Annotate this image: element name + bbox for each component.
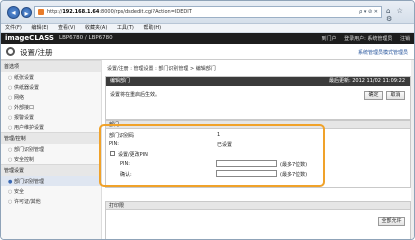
browser-toolbar: ◂ ▸ http://192.168.1.64:8000/rps/dsdedit…	[1, 1, 414, 24]
scrollbar[interactable]	[411, 60, 414, 239]
forward-button[interactable]: ▸	[21, 7, 32, 18]
print-section-header: 打印限	[106, 202, 410, 210]
sidebar-item-license[interactable]: 许可证/其他	[1, 196, 101, 206]
print-panel: 打印限 全部允许	[105, 201, 411, 239]
edit-panel: 编辑部门 最后更新: 2012 11/02 11:09:22 设置将在重启后生效…	[105, 76, 411, 120]
menu-tools[interactable]: 工具(T)	[117, 25, 134, 31]
confirm-pin-input[interactable]	[216, 170, 277, 177]
sidebar: 首选项 纸张设置 供纸器设置 网络 外部接口 报警设置 用户维护设置 管理/控制…	[1, 60, 102, 239]
printer-model: LBP6780 / LBP6780	[59, 35, 113, 41]
sidebar-item-dept-id[interactable]: 部门识别管理	[1, 176, 101, 186]
sidebar-section-preferences: 首选项	[1, 60, 101, 72]
brand-logo: imageCLASS	[5, 34, 54, 42]
brand-links: 到门户 登录用户: 系统管理员 注销	[316, 35, 411, 42]
ok-button[interactable]: 确定	[364, 91, 383, 100]
confirm-label: 确认:	[120, 172, 132, 178]
dept-section-header: 部门	[106, 121, 410, 129]
menu-help[interactable]: 帮助(H)	[143, 25, 161, 31]
page-title: 设置/注册	[20, 48, 53, 57]
sidebar-item-interface[interactable]: 外部接口	[1, 102, 101, 112]
set-change-pin-checkbox[interactable]	[110, 151, 115, 156]
menu-view[interactable]: 查看(V)	[58, 25, 75, 31]
sidebar-item-security-control[interactable]: 安全控制	[1, 154, 101, 164]
pin-input[interactable]	[216, 160, 277, 167]
menu-favorites[interactable]: 收藏夹(A)	[85, 25, 107, 31]
page-icon	[38, 9, 44, 15]
portal-link[interactable]: 到门户	[322, 36, 337, 42]
pin-label: PIN:	[109, 141, 119, 147]
gear-icon	[6, 47, 15, 56]
last-updated: 最后更新: 2012 11/02 11:09:22	[328, 78, 405, 84]
browser-window: ◂ ▸ http://192.168.1.64:8000/rps/dsdedit…	[0, 0, 415, 240]
sidebar-section-admin: 管理设置	[1, 164, 101, 176]
sidebar-item-dept-mgmt[interactable]: 部门识别管理	[1, 144, 101, 154]
menu-bar: 文件(F) 编辑(E) 查看(V) 收藏夹(A) 工具(T) 帮助(H)	[1, 24, 414, 33]
sidebar-item-user-maintenance[interactable]: 用户维护设置	[1, 122, 101, 132]
browser-icons[interactable]: ⌂ ☆ ⚙	[386, 7, 414, 23]
dept-id-label: 部门识别码	[109, 133, 135, 139]
address-bar[interactable]: http://192.168.1.64:8000/rps/dsdedit.cgi…	[34, 6, 382, 18]
address-tools-icon[interactable]: ρ ▾ ⊘ ✕	[359, 7, 378, 17]
sidebar-item-security[interactable]: 安全	[1, 186, 101, 196]
set-change-pin-label: 设置/更改PIN	[118, 152, 148, 158]
sidebar-item-paper-source[interactable]: 供纸器设置	[1, 82, 101, 92]
dept-id-value: 1	[217, 132, 221, 138]
sidebar-item-network[interactable]: 网络	[1, 92, 101, 102]
page-header: 设置/注册 系统管理员模式管理员	[1, 44, 414, 60]
pin-input-label: PIN:	[120, 161, 130, 167]
menu-file[interactable]: 文件(F)	[5, 25, 22, 31]
pin-status: 已设置	[217, 142, 233, 148]
dept-panel: 部门 部门识别码 1 PIN: 已设置 设置/更改PIN PIN: (最多7位数…	[105, 120, 411, 188]
notice-text: 设置将在重启后生效。	[110, 92, 161, 98]
logout-link[interactable]: 注销	[400, 36, 410, 42]
sidebar-section-control: 管理/控制	[1, 132, 101, 144]
pin-max-hint: (最多7位数)	[280, 162, 308, 168]
back-button[interactable]: ◂	[7, 6, 20, 19]
confirm-max-hint: (最多7位数)	[280, 172, 308, 178]
breadcrumb: 设置/注册 : 管理设置 : 部门识别管理 > 编辑部门	[107, 66, 216, 72]
cancel-button[interactable]: 取消	[386, 91, 405, 100]
sidebar-item-paper[interactable]: 纸张设置	[1, 72, 101, 82]
menu-edit[interactable]: 编辑(E)	[31, 25, 48, 31]
login-user: 登录用户: 系统管理员	[344, 36, 393, 42]
admin-mode-link[interactable]: 系统管理员模式管理员	[358, 49, 408, 56]
main-content: 设置/注册 : 管理设置 : 部门识别管理 > 编辑部门 编辑部门 最后更新: …	[105, 60, 411, 239]
edit-panel-header: 编辑部门 最后更新: 2012 11/02 11:09:22	[106, 77, 410, 86]
brand-bar: imageCLASS LBP6780 / LBP6780 到门户 登录用户: 系…	[1, 33, 414, 44]
sidebar-item-alarm[interactable]: 报警设置	[1, 112, 101, 122]
allow-all-button[interactable]: 全部允许	[378, 217, 405, 226]
